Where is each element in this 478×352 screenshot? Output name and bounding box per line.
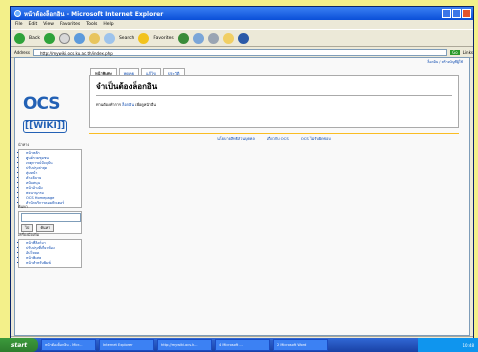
clock[interactable]: 10:48	[462, 343, 474, 348]
folder-icon[interactable]	[222, 32, 234, 44]
taskbar-item[interactable]: หน้าต้องล็อกอิน - Micr...	[41, 339, 96, 351]
toolbox-portlet: เครื่องมือเพิ่ม หน้าที่ลิงก์มา ปรับปรุงท…	[18, 232, 82, 268]
system-tray: 10:48	[418, 338, 478, 352]
search-input[interactable]	[21, 213, 81, 222]
search-go-button[interactable]: ไป	[21, 224, 34, 232]
back-label[interactable]: Back	[29, 36, 40, 41]
go-button[interactable]: Go	[450, 49, 460, 55]
menu-favorites[interactable]: Favorites	[60, 22, 80, 27]
logo-subtext: [[WIKI]]	[23, 120, 68, 133]
sidebar: OCS [[WIKI]] นำทาง หน้าหลัก ศูนย์รวมชุมช…	[15, 58, 87, 335]
taskbar-item[interactable]: http://mywiki.ocs.k...	[157, 339, 212, 351]
home-icon[interactable]	[88, 32, 100, 44]
stop-icon[interactable]	[58, 32, 70, 44]
title-divider	[96, 95, 452, 96]
taskbar-item[interactable]: 4 Microsoft ...	[215, 339, 270, 351]
search-label[interactable]: Search	[119, 36, 134, 41]
taskbar-item[interactable]: 2 Microsoft Word	[273, 339, 328, 351]
page-title: จำเป็นต้องล็อกอิน	[96, 82, 158, 91]
menu-tools[interactable]: Tools	[86, 22, 97, 27]
footer-disclaimer-link[interactable]: OCS ไม่รับผิดชอบ	[301, 136, 331, 142]
message-text: ท่านต้องทำการ	[96, 102, 121, 107]
message-tail: เพื่อดูหน้าอื่น	[135, 102, 156, 107]
back-icon[interactable]	[14, 32, 25, 44]
page-content: ล็อกอิน / สร้างบัญชีผู้ใช้ OCS [[WIKI]] …	[14, 57, 470, 336]
footer-privacy-link[interactable]: นโยบายสิทธิส่วนบุคคล	[217, 136, 255, 142]
tool-item[interactable]: หน้าสำหรับพิมพ์	[26, 261, 79, 266]
personal-links[interactable]: ล็อกอิน / สร้างบัญชีผู้ใช้	[427, 59, 463, 65]
history-icon[interactable]	[177, 32, 189, 44]
title-bar: หน้าต้องล็อกอิน - Microsoft Internet Exp…	[11, 7, 473, 20]
taskbar: start หน้าต้องล็อกอิน - Micr... Internet…	[0, 338, 478, 352]
menu-help[interactable]: Help	[103, 22, 113, 27]
navigation-portlet: นำทาง หน้าหลัก ศูนย์รวมชุมชน เหตุการณ์ปั…	[18, 142, 82, 208]
messenger-icon[interactable]	[237, 32, 249, 44]
address-label: Address	[14, 49, 30, 55]
menu-view[interactable]: View	[43, 22, 54, 27]
maximize-button[interactable]	[452, 9, 461, 18]
print-icon[interactable]	[207, 32, 219, 44]
footer: นโยบายสิทธิส่วนบุคคล เกี่ยวกับ OCS OCS ไ…	[89, 133, 459, 144]
favorites-icon[interactable]	[138, 32, 150, 44]
search-icon[interactable]	[103, 32, 115, 44]
search-button[interactable]: ค้นหา	[36, 224, 55, 232]
start-button[interactable]: start	[0, 338, 38, 352]
logo-text: OCS	[23, 94, 61, 114]
mail-icon[interactable]	[192, 32, 204, 44]
search-title: ค้นหา	[18, 204, 28, 209]
navigation-title: นำทาง	[18, 142, 30, 147]
search-portlet: ค้นหา ไป ค้นหา	[18, 204, 82, 234]
refresh-icon[interactable]	[73, 32, 85, 44]
menu-file[interactable]: File	[15, 22, 23, 27]
toolbar: Back Search Favorites	[11, 29, 473, 47]
close-button[interactable]	[462, 9, 471, 18]
toolbox-title: เครื่องมือเพิ่ม	[18, 232, 40, 237]
forward-icon[interactable]	[43, 32, 55, 44]
address-url: http://mywiki.ocs.ku.ac.th/index.php	[39, 50, 113, 56]
browser-window: หน้าต้องล็อกอิน - Microsoft Internet Exp…	[10, 6, 474, 346]
ie-icon	[14, 10, 21, 17]
login-link[interactable]: ล็อกอิน	[122, 102, 134, 107]
address-input[interactable]: http://mywiki.ocs.ku.ac.th/index.php	[32, 48, 448, 56]
footer-about-link[interactable]: เกี่ยวกับ OCS	[267, 136, 289, 142]
minimize-button[interactable]	[442, 9, 451, 18]
window-title: หน้าต้องล็อกอิน - Microsoft Internet Exp…	[24, 10, 164, 18]
menu-bar: File Edit View Favorites Tools Help	[11, 20, 473, 29]
menu-edit[interactable]: Edit	[29, 22, 38, 27]
site-logo[interactable]: OCS [[WIKI]]	[23, 96, 75, 136]
links-label[interactable]: Links	[463, 50, 473, 55]
login-message: ท่านต้องทำการ ล็อกอิน เพื่อดูหน้าอื่น	[96, 102, 452, 108]
favorites-label[interactable]: Favorites	[153, 36, 173, 41]
taskbar-item[interactable]: Internet Explorer	[99, 339, 154, 351]
main-panel: จำเป็นต้องล็อกอิน ท่านต้องทำการ ล็อกอิน …	[89, 75, 459, 128]
